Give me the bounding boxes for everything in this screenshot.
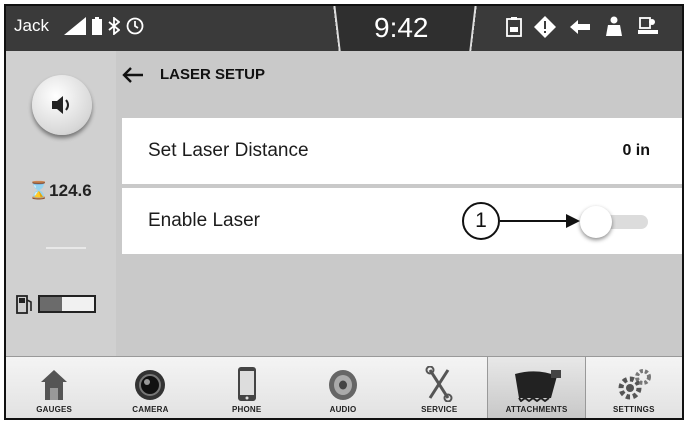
hourglass-icon: ⌛ [28, 181, 50, 200]
document-icon [506, 17, 522, 37]
camera-icon [135, 370, 166, 400]
engine-hours-value: 124.6 [49, 181, 92, 200]
phone-icon [237, 367, 256, 401]
nav-label: SERVICE [421, 405, 458, 414]
screen-header: LASER SETUP [122, 66, 265, 83]
machine-icon [638, 17, 658, 34]
page-title: LASER SETUP [160, 66, 266, 83]
nav-label: PHONE [231, 405, 262, 414]
battery-icon [92, 17, 102, 35]
bluetooth-icon [108, 17, 120, 35]
bucket-icon [514, 370, 561, 402]
toggle-knob[interactable] [580, 206, 612, 238]
bottom-nav: GAUGES CAMERA PHONE AUDIO SERVICE ATTACH… [6, 356, 682, 418]
nav-phone[interactable]: PHONE [199, 357, 295, 418]
fuel-level-bar [38, 295, 96, 313]
speaker-icon [328, 370, 357, 400]
callout-number: 1 [475, 209, 487, 232]
clock-time: 9:42 [374, 12, 429, 43]
nav-label: SETTINGS [613, 405, 655, 414]
device-screen: Jack 9:42 ⌛124.6 LASER SETUP Set Laser D… [4, 4, 684, 420]
nav-label: ATTACHMENTS [505, 405, 568, 414]
setting-label: Enable Laser [148, 210, 260, 231]
nav-camera[interactable]: CAMERA [102, 357, 198, 418]
callout-arrow [500, 214, 580, 228]
status-left-icons [64, 17, 144, 35]
setting-value: 0 in [622, 142, 650, 159]
left-rail: ⌛124.6 [6, 51, 116, 356]
signal-icon [64, 17, 86, 35]
fuel-pump-icon [16, 295, 32, 314]
warning-diamond-icon [534, 16, 556, 38]
fuel-gauge [16, 294, 96, 314]
nav-audio[interactable]: AUDIO [295, 357, 391, 418]
back-arrow-icon[interactable] [122, 66, 144, 83]
nav-service[interactable]: SERVICE [391, 357, 487, 418]
setting-row-enable-laser[interactable]: Enable Laser 1 [122, 188, 682, 254]
status-right-icons [506, 16, 660, 38]
home-icon [41, 370, 68, 400]
nav-attachments[interactable]: ATTACHMENTS [487, 357, 586, 418]
callout-marker: 1 [462, 202, 500, 240]
nav-gauges[interactable]: GAUGES [6, 357, 102, 418]
nav-label: GAUGES [36, 405, 73, 414]
clock-icon [126, 17, 144, 35]
operator-icon [606, 16, 622, 36]
rail-divider [46, 247, 86, 249]
tools-icon [425, 366, 453, 402]
status-bar: Jack 9:42 [6, 6, 682, 51]
gears-icon [618, 369, 651, 400]
hydraulic-icon [570, 20, 590, 34]
nav-settings[interactable]: SETTINGS [586, 357, 682, 418]
volume-button[interactable] [32, 75, 92, 135]
setting-label: Set Laser Distance [148, 140, 309, 161]
nav-label: CAMERA [132, 405, 169, 414]
engine-hours: ⌛124.6 [28, 181, 92, 201]
speaker-icon [52, 96, 69, 114]
setting-row-laser-distance[interactable]: Set Laser Distance 0 in [122, 118, 682, 184]
nav-label: AUDIO [329, 405, 357, 414]
fuel-level-fill [40, 297, 62, 311]
user-name: Jack [14, 16, 49, 35]
